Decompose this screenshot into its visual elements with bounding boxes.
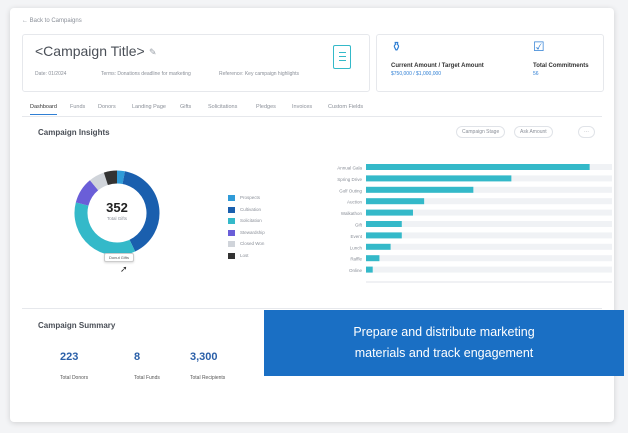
bar[interactable] (366, 198, 425, 205)
checkbox-icon: ☑ (533, 39, 545, 54)
bar-track (366, 221, 612, 227)
meta-terms: Terms: Donations deadline for marketing (101, 71, 191, 77)
amount-filter[interactable]: Ask Amount (514, 126, 553, 138)
bar[interactable] (366, 175, 512, 182)
tab-dashboard[interactable]: Dashboard (30, 104, 57, 115)
legend-label: Solicitation (240, 218, 262, 223)
donut-total: 352 (106, 200, 128, 215)
legend-swatch (228, 206, 235, 213)
legend-swatch (228, 229, 235, 236)
legend-label: Stewardship (240, 229, 265, 235)
bar-category-label: Lunch (350, 245, 363, 250)
campaign-insights-panel: Campaign Insights Campaign Stage Ask Amo… (22, 120, 612, 300)
total-donors-value: 223 (60, 351, 79, 363)
tab-invoices[interactable]: Invoices (292, 104, 312, 110)
legend-label: Cultivation (240, 206, 262, 212)
bar-track (366, 266, 612, 273)
tab-donors[interactable]: Donors (98, 104, 116, 110)
tab-gifts[interactable]: Gifts (180, 104, 191, 110)
legend-swatch (228, 218, 235, 224)
bar-track (366, 255, 612, 262)
amount-value: $750,000 / $1,000,000 (391, 71, 442, 77)
legend-label: Closed Won (240, 241, 265, 246)
campaign-title: <Campaign Title> (35, 43, 145, 59)
bar[interactable] (366, 266, 373, 273)
bar-category-label: Gift (355, 223, 363, 228)
mouse-cursor-icon: ➚ (120, 264, 128, 274)
bar-track (366, 243, 612, 250)
total-funds-value: 8 (134, 351, 141, 363)
caption-line-1: Prepare and distribute marketing (353, 325, 535, 339)
bar-category-label: Online (349, 268, 363, 273)
tab-funds[interactable]: Funds (70, 104, 85, 110)
donut-slice[interactable] (103, 170, 118, 186)
commitments-label: Total Commitments (533, 63, 589, 69)
document-icon[interactable] (333, 45, 351, 69)
gifts-donut-chart: 352 Total Gifts (72, 168, 162, 258)
campaign-stats-card: ⚱ Current Amount / Target Amount $750,00… (376, 34, 604, 92)
stage-filter[interactable]: Campaign Stage (456, 126, 506, 138)
more-menu-icon[interactable]: ⋯ (578, 126, 595, 138)
total-recipients-label: Total Recipients (190, 375, 226, 381)
tab-landing-page[interactable]: Landing Page (132, 104, 166, 110)
legend-label: Prospects (240, 195, 261, 200)
campaign-header-card: <Campaign Title> ✎ Date: 01/2024 Terms: … (22, 34, 370, 92)
donut-slice[interactable] (116, 170, 125, 185)
summary-title: Campaign Summary (38, 321, 116, 330)
back-link[interactable]: ← Back to Campaigns (22, 18, 82, 24)
bar[interactable] (366, 164, 590, 170)
tab-pledges[interactable]: Pledges (256, 104, 276, 110)
bar-category-label: Auction (347, 200, 363, 205)
bar-category-label: Golf Outing (339, 188, 362, 193)
commitments-value: 56 (533, 71, 539, 77)
donut-total-label: Total Gifts (106, 216, 127, 221)
edit-icon[interactable]: ✎ (149, 47, 157, 58)
bar-category-label: Raffle (350, 257, 362, 262)
legend-swatch (228, 252, 235, 259)
bar[interactable] (366, 255, 380, 262)
bar[interactable] (366, 209, 413, 216)
tab-bar: Dashboard Funds Donors Landing Page Gift… (22, 100, 602, 117)
insights-title: Campaign Insights (38, 128, 110, 137)
bar[interactable] (366, 232, 402, 239)
total-funds-label: Total Funds (134, 375, 160, 381)
legend-swatch (228, 241, 235, 247)
bar-category-label: Spring Drive (337, 177, 362, 182)
bar-track (366, 232, 612, 239)
tab-custom-fields[interactable]: Custom Fields (328, 104, 363, 110)
total-donors-label: Total Donors (60, 375, 89, 381)
bar[interactable] (366, 186, 474, 193)
bar[interactable] (366, 221, 402, 227)
meta-reference: Reference: Key campaign highlights (219, 71, 300, 77)
bar[interactable] (366, 243, 391, 250)
bar-category-label: Walkathon (341, 211, 363, 216)
campaign-bar-chart: Annual Gala Spring Drive Golf Outing Auctio… (337, 164, 612, 283)
amount-label: Current Amount / Target Amount (391, 63, 484, 69)
chart-tooltip: Donut Gifts (104, 253, 135, 262)
legend-label: Lost (240, 252, 249, 258)
bar-category-label: Annual Gala (337, 166, 362, 171)
money-bag-icon: ⚱ (391, 39, 402, 54)
caption-banner: Prepare and distribute marketing materia… (264, 310, 624, 376)
legend-swatch (228, 195, 235, 201)
bar-category-label: Event (350, 234, 362, 239)
meta-date: Date: 01/2024 (35, 71, 67, 77)
total-recipients-value: 3,300 (190, 351, 218, 363)
caption-line-2: materials and track engagement (354, 346, 534, 360)
donut-slice[interactable] (89, 172, 109, 191)
tab-solicitations[interactable]: Solicitations (208, 104, 237, 110)
